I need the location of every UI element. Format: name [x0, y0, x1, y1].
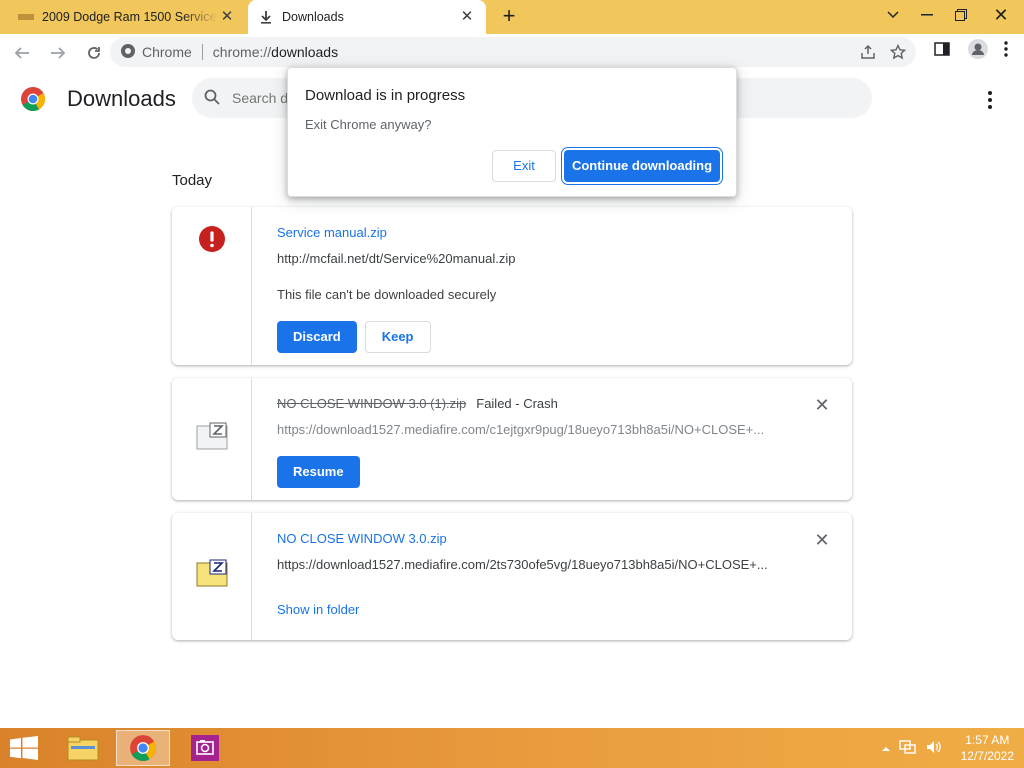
site-label: Chrome [142, 44, 192, 60]
dialog-title: Download is in progress [305, 87, 466, 104]
download-item: Service manual.zip http://mcfail.net/dt/… [172, 207, 852, 365]
forward-arrow-icon[interactable] [42, 37, 74, 69]
download-status: Failed - Crash [476, 396, 558, 411]
more-actions-icon[interactable] [980, 88, 1000, 112]
clock-date: 12/7/2022 [960, 749, 1014, 763]
browser-menu-icon[interactable] [994, 37, 1018, 61]
close-tab-icon[interactable]: ✕ [218, 8, 236, 26]
error-icon [198, 225, 226, 256]
continue-downloading-button[interactable]: Continue downloading [564, 150, 720, 182]
search-icon [204, 89, 220, 108]
file-explorer-icon[interactable] [56, 730, 110, 766]
dialog-message: Exit Chrome anyway? [305, 117, 432, 132]
remove-from-list-close-icon[interactable]: ✕ [812, 531, 832, 551]
show-hidden-icons-chevron-icon[interactable] [881, 741, 891, 756]
system-tray: 1:57 AM 12/7/2022 [881, 728, 1014, 768]
tab-strip: 2009 Dodge Ram 1500 Service M ✕ Download… [0, 0, 1024, 34]
file-name-link[interactable]: Service manual.zip [277, 225, 387, 240]
network-icon[interactable] [898, 739, 917, 758]
close-tab-icon[interactable]: ✕ [458, 8, 476, 26]
minimize-button[interactable] [910, 0, 944, 30]
source-url[interactable]: http://mcfail.net/dt/Service%20manual.zi… [277, 251, 797, 266]
chrome-site-icon [120, 43, 136, 62]
share-icon[interactable] [856, 40, 880, 64]
source-url[interactable]: https://download1527.mediafire.com/2ts73… [277, 557, 777, 572]
tab-title: 2009 Dodge Ram 1500 Service M [42, 10, 218, 24]
tab-downloads[interactable]: Downloads ✕ [248, 0, 486, 34]
discard-button[interactable]: Discard [277, 321, 357, 353]
download-icon [258, 9, 274, 25]
chrome-logo-icon [20, 86, 46, 112]
page-favicon-icon [18, 9, 34, 25]
taskbar-clock[interactable]: 1:57 AM 12/7/2022 [961, 732, 1014, 764]
source-url[interactable]: https://download1527.mediafire.com/c1ejt… [277, 422, 777, 437]
reload-icon[interactable] [78, 37, 110, 69]
volume-icon[interactable] [925, 739, 943, 758]
camera-app-icon[interactable] [178, 730, 232, 766]
back-arrow-icon[interactable] [6, 37, 38, 69]
remove-from-list-close-icon[interactable]: ✕ [812, 396, 832, 416]
file-name-link[interactable]: NO CLOSE WINDOW 3.0.zip [277, 531, 447, 546]
side-panel-icon[interactable] [930, 37, 954, 61]
address-bar[interactable]: Chrome chrome://downloads [110, 37, 916, 67]
bookmark-star-icon[interactable] [886, 40, 910, 64]
exit-button[interactable]: Exit [492, 150, 556, 182]
chrome-taskbar-icon[interactable] [116, 730, 170, 766]
page-title: Downloads [67, 86, 176, 111]
download-item: NO CLOSE WINDOW 3.0 (1).zip Failed - Cra… [172, 378, 852, 500]
keep-button[interactable]: Keep [364, 321, 431, 353]
new-tab-button[interactable]: + [496, 4, 522, 30]
tab-title: Downloads [282, 10, 344, 24]
tab-dodge-manual[interactable]: 2009 Dodge Ram 1500 Service M ✕ [8, 0, 246, 34]
zip-file-icon [196, 559, 228, 590]
download-item: NO CLOSE WINDOW 3.0.zip https://download… [172, 513, 852, 640]
tab-search-chevron-icon[interactable] [876, 0, 910, 30]
clock-time: 1:57 AM [965, 733, 1010, 747]
security-warning-text: This file can't be downloaded securely [277, 287, 497, 302]
profile-avatar-icon[interactable] [966, 37, 990, 61]
file-name-link[interactable]: NO CLOSE WINDOW 3.0 (1).zip [277, 396, 466, 411]
url-text: chrome://downloads [212, 44, 339, 60]
show-in-folder-link[interactable]: Show in folder [277, 602, 359, 617]
date-section-label: Today [172, 172, 213, 189]
close-window-button[interactable]: ✕ [978, 0, 1024, 30]
omnibox-divider [201, 44, 203, 60]
windows-start-icon[interactable] [10, 736, 38, 760]
restore-button[interactable] [944, 0, 978, 30]
resume-button[interactable]: Resume [277, 456, 360, 488]
zip-file-icon [196, 422, 228, 453]
windows-taskbar: 1:57 AM 12/7/2022 [0, 728, 1024, 768]
exit-confirmation-dialog: Download is in progress Exit Chrome anyw… [287, 67, 737, 197]
